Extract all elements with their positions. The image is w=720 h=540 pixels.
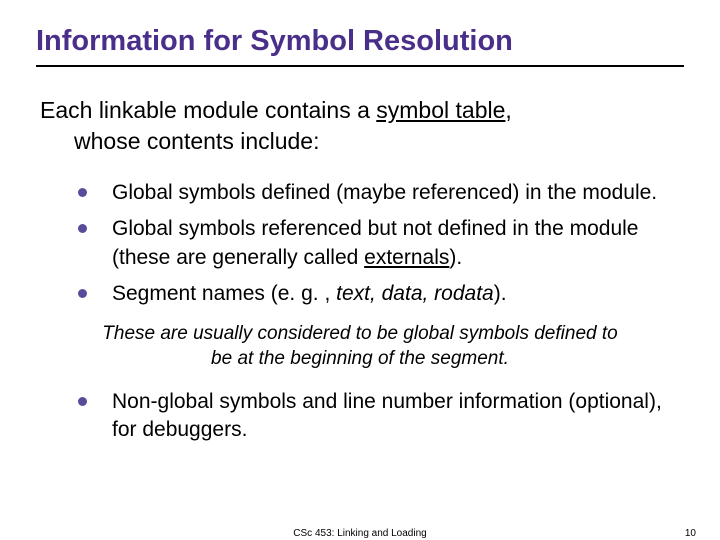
bullet-text-pre: Segment names (e. g. , bbox=[112, 282, 336, 305]
bullet-list-2: Non-global symbols and line number infor… bbox=[36, 388, 684, 445]
bullet-text-post: ). bbox=[494, 282, 507, 305]
slide: Information for Symbol Resolution Each l… bbox=[0, 0, 720, 540]
page-number: 10 bbox=[685, 528, 696, 539]
bullet-list-1: Global symbols defined (maybe referenced… bbox=[36, 179, 684, 308]
intro-paragraph: Each linkable module contains a symbol t… bbox=[36, 95, 684, 157]
bullet-icon bbox=[78, 188, 87, 197]
list-item: Non-global symbols and line number infor… bbox=[78, 388, 684, 445]
note-paragraph: These are usually considered to be globa… bbox=[94, 322, 626, 371]
intro-line1-post: , bbox=[505, 97, 511, 123]
bullet-text-post: ). bbox=[449, 246, 462, 269]
list-item: Segment names (e. g. , text, data, rodat… bbox=[78, 280, 684, 308]
bullet-icon bbox=[78, 289, 87, 298]
title-rule bbox=[36, 65, 684, 67]
list-item: Global symbols referenced but not define… bbox=[78, 215, 684, 272]
bullet-icon bbox=[78, 397, 87, 406]
intro-line2: whose contents include: bbox=[40, 126, 684, 157]
footer-center: CSc 453: Linking and Loading bbox=[293, 528, 426, 539]
list-item: Global symbols defined (maybe referenced… bbox=[78, 179, 684, 207]
bullet-underlined: externals bbox=[364, 246, 449, 269]
intro-underlined: symbol table bbox=[376, 97, 505, 123]
bullet-italic: text, data, rodata bbox=[336, 282, 494, 305]
slide-title: Information for Symbol Resolution bbox=[36, 24, 684, 59]
intro-line1-pre: Each linkable module contains a bbox=[40, 97, 376, 123]
bullet-icon bbox=[78, 224, 87, 233]
bullet-text: Non-global symbols and line number infor… bbox=[112, 390, 662, 441]
bullet-text: Global symbols defined (maybe referenced… bbox=[112, 181, 657, 204]
